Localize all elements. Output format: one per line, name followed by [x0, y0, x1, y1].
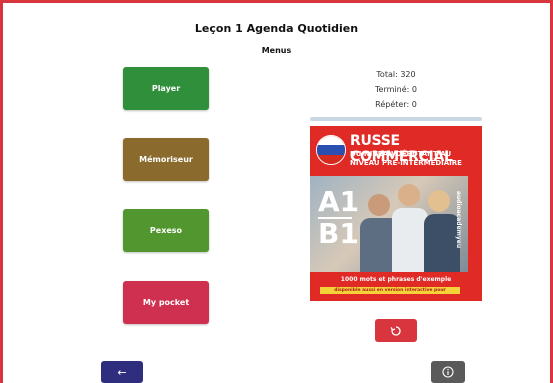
cover-banner: disponible aussi en version interactive …	[320, 287, 460, 294]
repeat-count: Répéter: 0	[375, 100, 417, 109]
cover-brand-strip: audioacademyeu	[455, 176, 482, 272]
done-count: Terminé: 0	[375, 85, 417, 94]
arrow-left-icon: ←	[117, 365, 127, 379]
cover-level-a1: A1	[318, 185, 360, 218]
cover-brand: audioacademyeu	[455, 190, 463, 249]
back-button[interactable]: ←	[101, 361, 143, 383]
refresh-button[interactable]	[375, 319, 417, 342]
cover-level-b1: B1	[318, 217, 359, 250]
course-cover-image: RUSSE COMMERCIAL DU NIVEAU DÉBUTANT AU N…	[310, 126, 482, 301]
cover-subtitle-line1: DU NIVEAU DÉBUTANT AU	[350, 150, 452, 158]
cover-footer-text: 1000 mots et phrases d'exemple	[340, 276, 452, 283]
section-subtitle: Menus	[261, 46, 292, 55]
cover-subtitle-line2: NIVEAU PRÉ-INTERMÉDIAIRE	[350, 159, 462, 167]
my-pocket-button[interactable]: My pocket	[123, 281, 209, 324]
memoriseur-button[interactable]: Mémoriseur	[123, 138, 209, 181]
total-count: Total: 320	[376, 70, 416, 79]
info-button[interactable]	[431, 361, 465, 383]
info-icon	[442, 366, 454, 378]
refresh-icon	[390, 325, 401, 336]
player-button[interactable]: Player	[123, 67, 209, 110]
progress-bar	[310, 117, 482, 121]
pexeso-button[interactable]: Pexeso	[123, 209, 209, 252]
page-title: Leçon 1 Agenda Quotidien	[194, 22, 359, 35]
russia-flag-icon	[316, 135, 346, 165]
